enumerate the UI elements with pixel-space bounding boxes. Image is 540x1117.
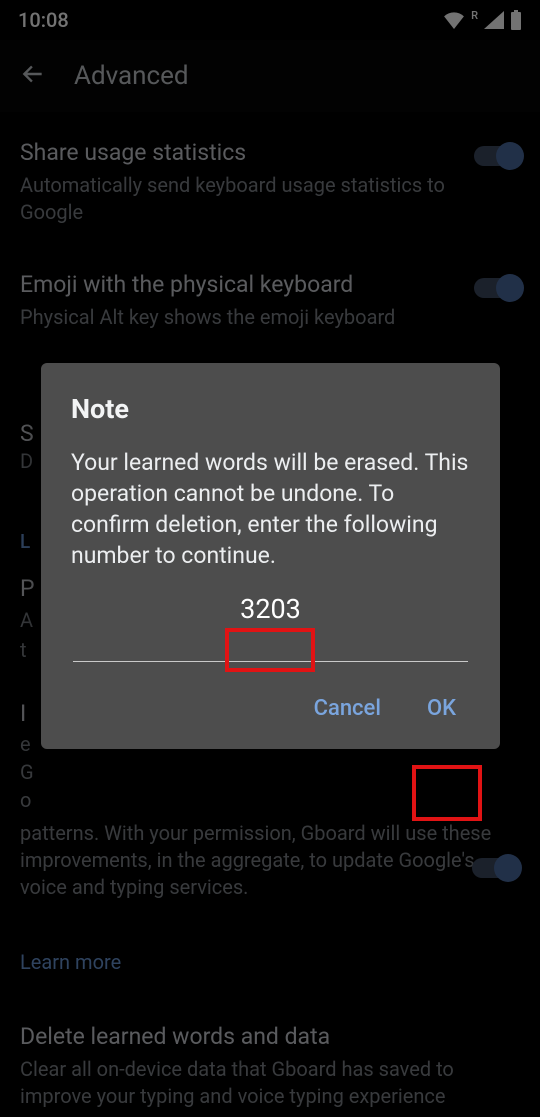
confirm-dialog: Note Your learned words will be erased. … — [41, 363, 500, 749]
dialog-body: Your learned words will be erased. This … — [71, 447, 470, 571]
dialog-actions: Cancel OK — [71, 686, 470, 731]
dialog-code-row: 3203 — [71, 591, 470, 627]
cancel-button[interactable]: Cancel — [300, 686, 395, 731]
dialog-input[interactable] — [73, 661, 468, 662]
dialog-title: Note — [71, 393, 470, 425]
dialog-code: 3203 — [230, 591, 311, 627]
ok-button[interactable]: OK — [413, 686, 470, 731]
